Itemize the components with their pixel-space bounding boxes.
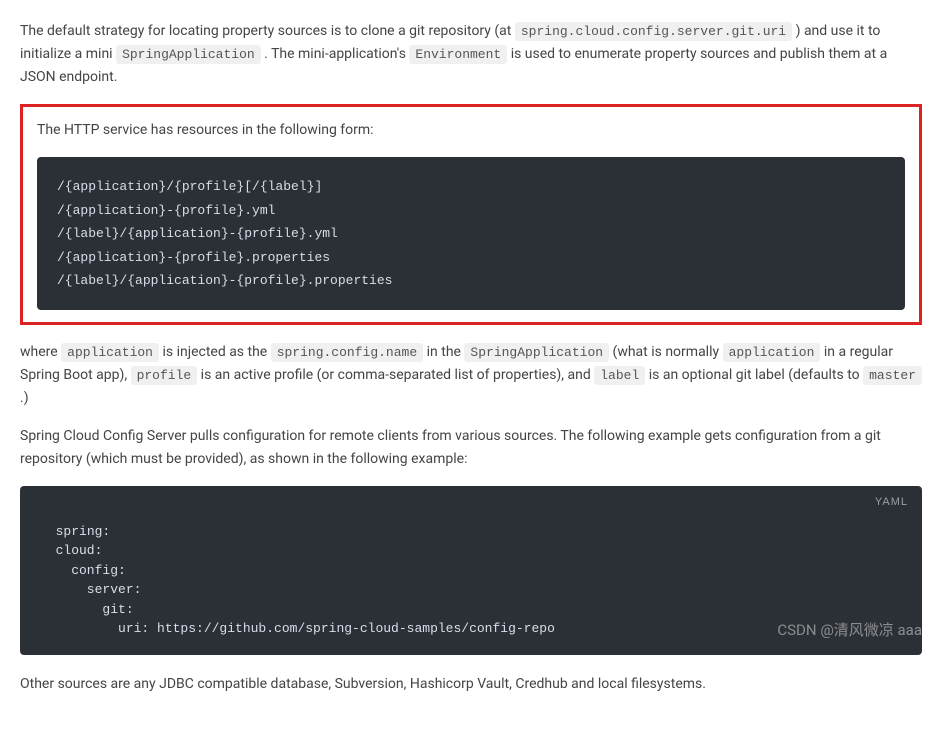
text: is an optional git label (defaults to [649,367,863,383]
text: .) [20,390,29,406]
paragraph-where: where application is injected as the spr… [20,341,922,409]
paragraph-config-server: Spring Cloud Config Server pulls configu… [20,425,922,470]
yaml-content: spring: cloud: config: server: git: uri:… [40,524,555,637]
paragraph-other-sources: Other sources are any JDBC compatible da… [20,673,922,695]
code-spring-config-name: spring.config.name [271,343,423,362]
code-line: /{application}/{profile}[/{label}] [57,175,885,198]
text: in the [427,344,465,360]
code-environment: Environment [409,45,507,64]
text: (what is normally [613,344,723,360]
code-block-endpoints: /{application}/{profile}[/{label}] /{app… [37,157,905,310]
paragraph-intro: The default strategy for locating proper… [20,20,922,88]
code-block-yaml: YAML spring: cloud: config: server: git: … [20,486,922,655]
code-label: label [594,366,645,385]
code-line: /{label}/{application}-{profile}.propert… [57,269,885,292]
text: is injected as the [162,344,270,360]
http-intro: The HTTP service has resources in the fo… [23,119,919,141]
highlighted-section: The HTTP service has resources in the fo… [20,104,922,325]
code-line: /{application}-{profile}.yml [57,199,885,222]
code-spring-application: SpringApplication [116,45,261,64]
text: where [20,344,61,360]
code-master: master [863,366,922,385]
code-git-uri: spring.cloud.config.server.git.uri [515,22,792,41]
code-line: /{application}-{profile}.properties [57,246,885,269]
code-application: application [723,343,821,362]
yaml-badge: YAML [875,494,908,511]
code-profile: profile [131,366,198,385]
code-application: application [61,343,159,362]
code-line: /{label}/{application}-{profile}.yml [57,222,885,245]
text: is an active profile (or comma-separated… [201,367,595,383]
text: . The mini-application's [264,46,409,62]
code-spring-application: SpringApplication [464,343,609,362]
text: The default strategy for locating proper… [20,23,515,39]
